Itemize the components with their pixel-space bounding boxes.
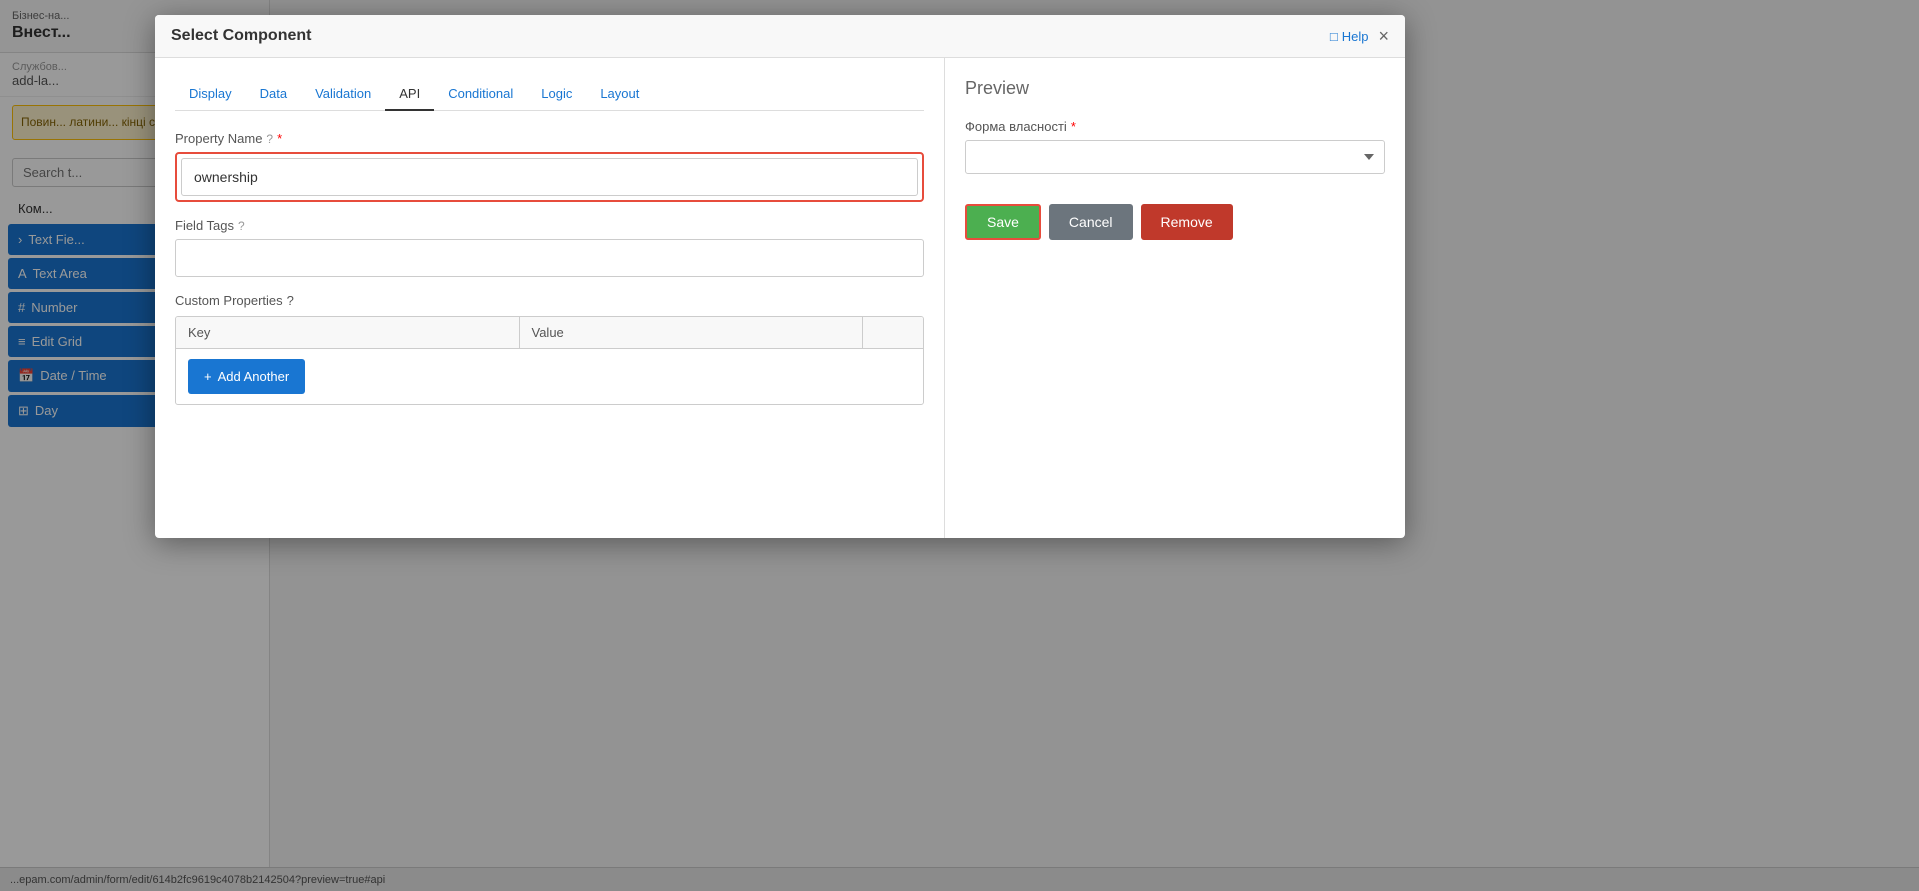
custom-properties-body: + Add Another <box>176 349 923 404</box>
plus-icon: + <box>204 369 212 384</box>
custom-properties-label: Custom Properties ? <box>175 293 924 308</box>
col-key-header: Key <box>176 317 520 348</box>
property-name-group: Property Name ? * <box>175 131 924 202</box>
tab-bar: Display Data Validation API Conditional … <box>175 78 924 111</box>
help-label: Help <box>1342 29 1369 44</box>
field-tags-label: Field Tags ? <box>175 218 924 233</box>
tab-display[interactable]: Display <box>175 78 246 110</box>
property-name-wrapper <box>175 152 924 202</box>
forma-label: Форма власності * <box>965 119 1385 134</box>
preview-title: Preview <box>965 78 1385 99</box>
question-icon: □ <box>1330 29 1338 44</box>
save-button[interactable]: Save <box>965 204 1041 240</box>
custom-properties-header: Key Value <box>176 317 923 349</box>
cancel-button[interactable]: Cancel <box>1049 204 1133 240</box>
tab-api[interactable]: API <box>385 78 434 111</box>
modal-left-panel: Display Data Validation API Conditional … <box>155 58 945 538</box>
action-buttons: Save Cancel Remove <box>965 204 1385 240</box>
field-tags-group: Field Tags ? <box>175 218 924 277</box>
help-link[interactable]: □ Help <box>1330 29 1369 44</box>
field-tags-input[interactable] <box>175 239 924 277</box>
tab-data[interactable]: Data <box>246 78 301 110</box>
modal-header-right: □ Help × <box>1330 27 1389 45</box>
custom-properties-table: Key Value + Add Another <box>175 316 924 405</box>
add-another-button[interactable]: + Add Another <box>188 359 305 394</box>
tab-logic[interactable]: Logic <box>527 78 586 110</box>
modal-title: Select Component <box>171 27 311 45</box>
property-name-label: Property Name ? * <box>175 131 924 146</box>
add-another-label: Add Another <box>218 369 290 384</box>
modal-header: Select Component □ Help × <box>155 15 1405 58</box>
forma-select[interactable] <box>965 140 1385 174</box>
tab-conditional[interactable]: Conditional <box>434 78 527 110</box>
tab-validation[interactable]: Validation <box>301 78 385 110</box>
forma-required-star: * <box>1071 119 1076 134</box>
close-button[interactable]: × <box>1378 27 1389 45</box>
remove-button[interactable]: Remove <box>1141 204 1233 240</box>
property-name-required-star: * <box>277 131 282 146</box>
modal-body: Display Data Validation API Conditional … <box>155 58 1405 538</box>
col-value-header: Value <box>520 317 864 348</box>
custom-properties-group: Custom Properties ? Key Value + Add Anot… <box>175 293 924 405</box>
property-name-input[interactable] <box>181 158 918 196</box>
property-name-help-icon[interactable]: ? <box>266 132 273 146</box>
tab-layout[interactable]: Layout <box>586 78 653 110</box>
modal-right-panel: Preview Форма власності * Save Cancel Re… <box>945 58 1405 538</box>
col-action-header <box>863 317 923 348</box>
custom-properties-help-icon[interactable]: ? <box>287 293 294 308</box>
modal-dialog: Select Component □ Help × Display Data V… <box>155 15 1405 538</box>
field-tags-help-icon[interactable]: ? <box>238 219 245 233</box>
